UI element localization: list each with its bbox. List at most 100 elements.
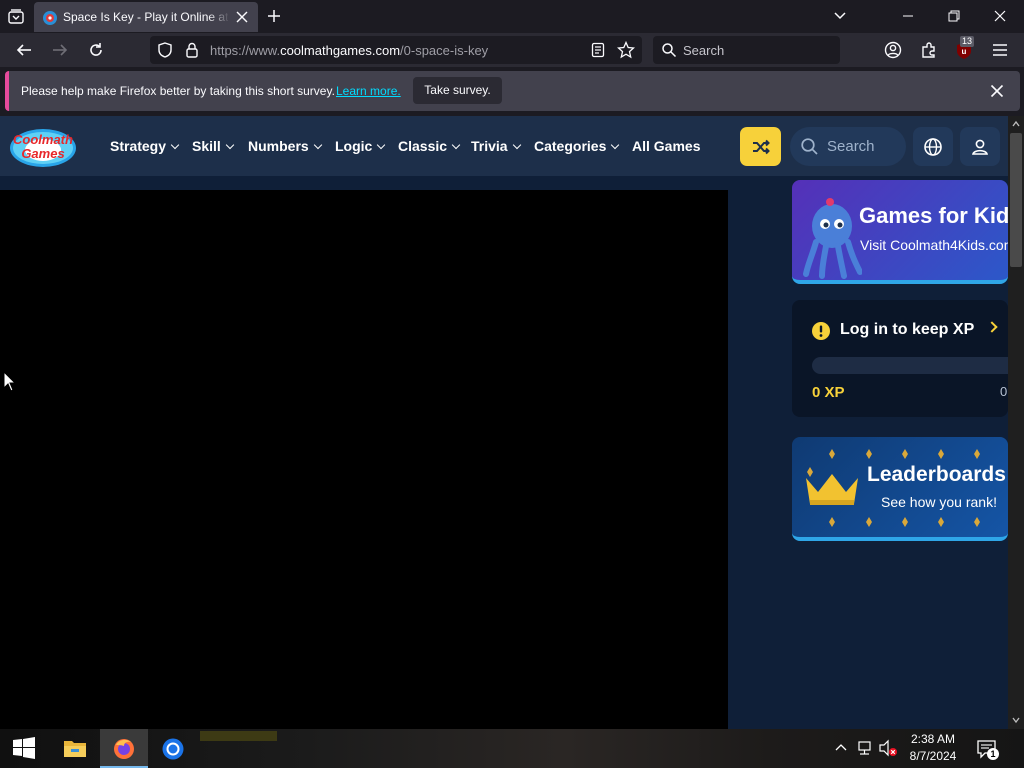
logo-text-games: Games [21, 146, 65, 161]
tracking-shield-icon[interactable] [156, 41, 174, 59]
games-for-kids-subtitle: Visit Coolmath4Kids.com [860, 237, 1008, 253]
user-icon [970, 137, 990, 157]
language-button[interactable] [913, 127, 953, 166]
url-text[interactable]: https://www.coolmathgames.com/0-space-is… [210, 43, 488, 58]
extension-badge: 13 [960, 36, 975, 47]
browser-search-placeholder: Search [683, 43, 725, 58]
xp-value: 0 XP [812, 384, 845, 401]
hamburger-menu-icon[interactable] [991, 41, 1009, 59]
game-canvas[interactable] [0, 190, 728, 729]
tab-title: Space Is Key - Play it Online at Coolmat… [63, 10, 228, 24]
random-game-button[interactable] [740, 127, 781, 166]
browser-search-bar[interactable]: Search [653, 36, 840, 64]
nav-all-games[interactable]: All Games [632, 138, 700, 154]
svg-text:u: u [962, 47, 967, 56]
leaderboards-title: Leaderboards [867, 463, 1006, 486]
scrollbar-thumb[interactable] [1010, 133, 1022, 267]
restore-window-icon[interactable] [946, 8, 962, 24]
xp-login-title: Log in to keep XP [840, 321, 975, 338]
reload-icon[interactable] [87, 41, 105, 59]
clock-time: 2:38 AM [910, 732, 956, 746]
nav-classic-label: Classic [398, 138, 448, 154]
close-window-icon[interactable] [992, 8, 1008, 24]
close-tab-icon[interactable] [235, 10, 249, 24]
file-explorer-icon[interactable] [63, 738, 87, 758]
network-icon[interactable] [856, 739, 874, 757]
notification-count-badge: 1 [987, 748, 999, 760]
url-host: coolmathgames.com [280, 43, 401, 58]
nav-trivia[interactable]: Trivia [471, 138, 521, 154]
nav-numbers-label: Numbers [248, 138, 309, 154]
xp-level-value: 0 [1000, 384, 1008, 399]
url-bar[interactable]: https://www.coolmathgames.com/0-space-is… [150, 36, 642, 64]
account-icon[interactable] [883, 40, 903, 60]
chrome-icon[interactable] [161, 737, 185, 761]
shuffle-icon [751, 137, 771, 157]
nav-skill-label: Skill [192, 138, 221, 154]
scroll-up-icon[interactable] [1012, 120, 1020, 128]
windows-start-icon[interactable] [13, 737, 35, 759]
nav-categories-label: Categories [534, 138, 607, 154]
nav-strategy[interactable]: Strategy [110, 138, 180, 154]
minimize-window-icon[interactable] [900, 8, 916, 24]
games-for-kids-title: Games for Kids [859, 203, 1008, 228]
xp-progress-bar [812, 357, 1008, 374]
nav-skill[interactable]: Skill [192, 138, 235, 154]
url-prefix: https://www. [210, 43, 281, 58]
tray-chevron-up-icon[interactable] [834, 741, 848, 755]
mouse-cursor-icon [3, 371, 17, 393]
volume-muted-icon[interactable] [878, 739, 898, 757]
coolmath-favicon-icon [42, 10, 58, 26]
lock-icon[interactable] [184, 41, 200, 59]
octopus-mascot-icon [802, 194, 862, 280]
leaderboards-subtitle: See how you rank! [881, 494, 997, 510]
new-tab-icon[interactable] [266, 8, 282, 24]
forward-arrow-icon[interactable] [51, 41, 69, 59]
take-survey-button[interactable]: Take survey. [413, 77, 502, 104]
back-arrow-icon[interactable] [15, 41, 33, 59]
bookmark-star-icon[interactable] [617, 41, 635, 59]
survey-notification-bar: Please help make Firefox better by takin… [5, 71, 1020, 111]
tab-list-icon[interactable] [6, 7, 26, 27]
chevron-down-icon [170, 140, 180, 150]
leaderboards-card[interactable]: Leaderboards See how you rank! [792, 437, 1008, 541]
extensions-puzzle-icon[interactable] [919, 40, 939, 60]
tab-title-fade [208, 2, 230, 32]
scroll-down-icon[interactable] [1012, 716, 1020, 724]
clock-date: 8/7/2024 [909, 749, 957, 763]
notification-message: Please help make Firefox better by takin… [21, 84, 335, 98]
search-icon [661, 42, 677, 58]
taskbar-firefox[interactable] [100, 729, 148, 768]
warning-icon [811, 321, 831, 341]
globe-icon [923, 137, 943, 157]
games-for-kids-card[interactable]: Games for Kids Visit Coolmath4Kids.com [792, 180, 1008, 284]
chevron-right-icon [986, 321, 998, 333]
chevron-down-icon [451, 140, 461, 150]
chevron-down-icon [313, 140, 322, 150]
taskbar-progress-strip [200, 731, 277, 741]
learn-more-link[interactable]: Learn more. [336, 84, 401, 98]
reader-view-icon[interactable] [590, 42, 606, 58]
user-account-button[interactable] [960, 127, 1000, 166]
taskbar-clock[interactable]: 2:38 AM 8/7/2024 [900, 731, 966, 765]
ublock-extension-icon[interactable]: u 13 [953, 36, 977, 62]
nav-classic[interactable]: Classic [398, 138, 461, 154]
logo-text-coolmath: Coolmath [13, 132, 73, 147]
site-search-input[interactable]: Search [790, 127, 906, 166]
firefox-icon [112, 737, 136, 761]
close-notification-icon[interactable] [989, 83, 1005, 99]
chevron-down-icon [611, 140, 620, 150]
nav-numbers[interactable]: Numbers [248, 138, 322, 154]
coolmath-logo[interactable]: Coolmath Games [8, 127, 78, 169]
nav-categories[interactable]: Categories [534, 138, 620, 154]
xp-login-card[interactable]: Log in to keep XP 0 XP 0 [792, 300, 1008, 417]
chevron-down-icon [377, 140, 386, 150]
crown-icon [804, 470, 860, 506]
tab-overflow-chevron-icon[interactable] [832, 8, 848, 24]
nav-logic[interactable]: Logic [335, 138, 386, 154]
site-search-placeholder: Search [827, 138, 875, 155]
tab-space-is-key[interactable]: Space Is Key - Play it Online at Coolmat… [34, 2, 258, 32]
action-center-icon[interactable]: 1 [976, 738, 999, 760]
nav-strategy-label: Strategy [110, 138, 167, 154]
url-path: /0-space-is-key [400, 43, 489, 58]
